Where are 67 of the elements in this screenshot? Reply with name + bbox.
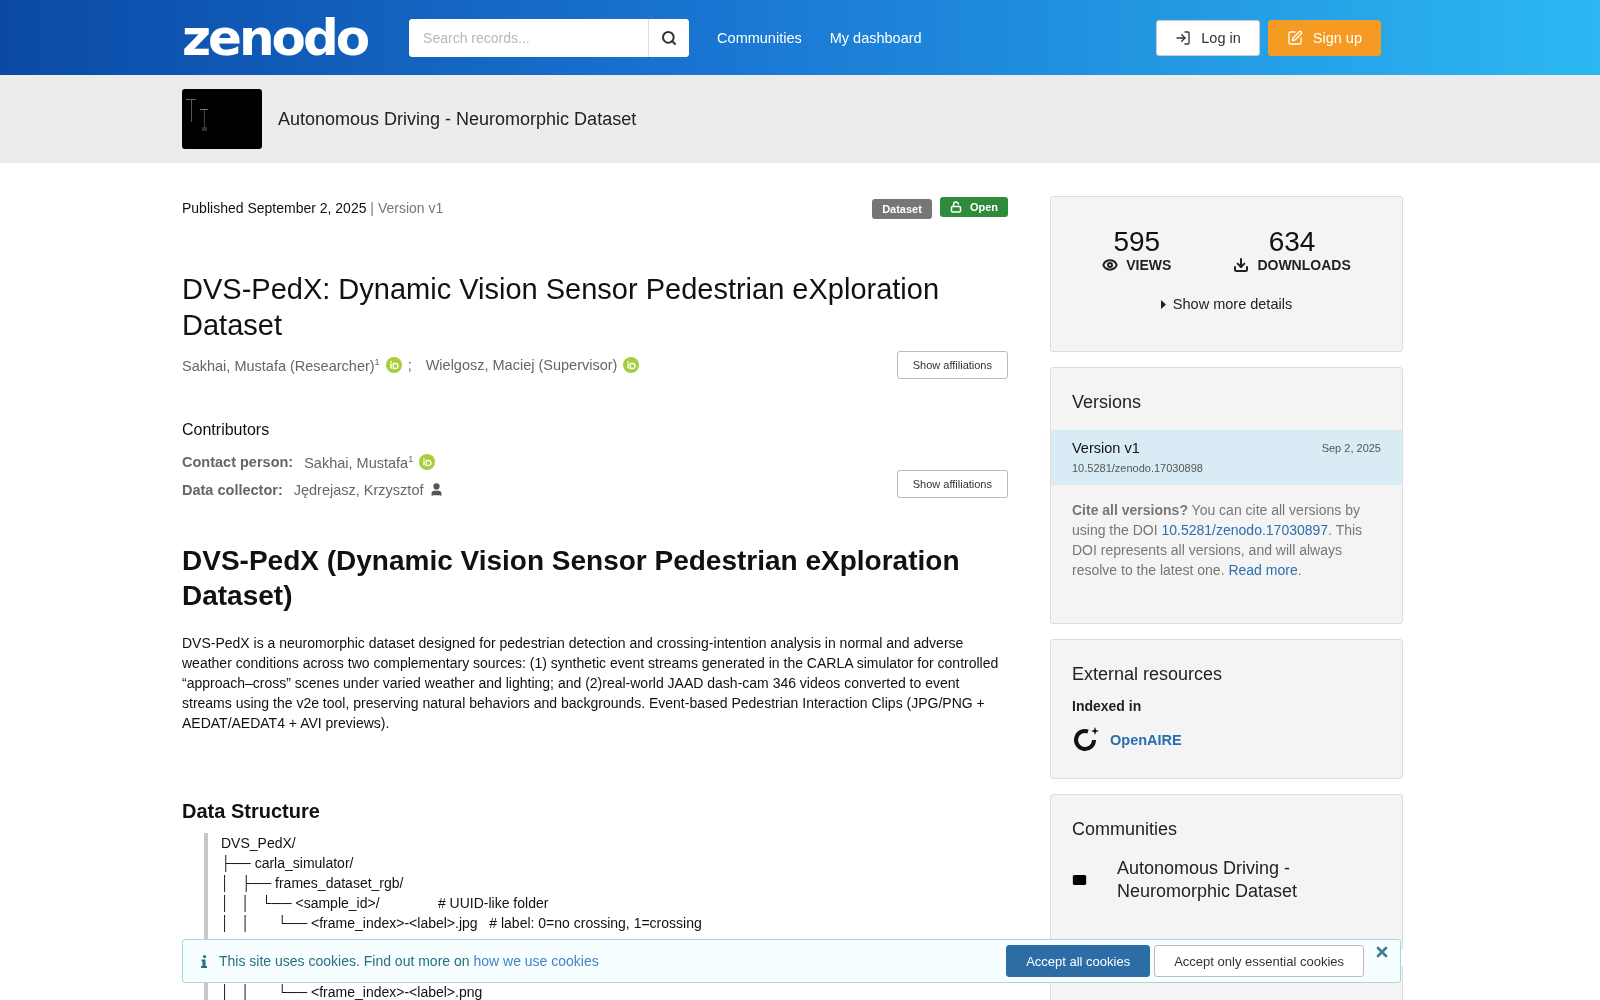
contributor-role: Data collector: [182, 481, 283, 498]
info-icon [201, 954, 207, 968]
community-name[interactable]: Autonomous Driving - Neuromorphic Dataset [1117, 857, 1307, 903]
separator: | [370, 200, 374, 216]
tree-line: DVS_PedX/ [221, 833, 297, 853]
stat-label: VIEWS [1126, 257, 1172, 273]
cookie-policy-link[interactable]: how we use cookies [473, 953, 599, 969]
search-icon [661, 29, 678, 46]
publication-date: Published September 2, 2025 [182, 200, 367, 216]
version-date: Sep 2, 2025 [1321, 442, 1381, 454]
stat-value: 595 [1113, 227, 1161, 257]
indexed-in-label: Indexed in [1071, 698, 1143, 716]
type-badge: Dataset [872, 199, 932, 219]
openaire-logo-icon [1072, 726, 1100, 754]
card-title: External resources [1071, 663, 1224, 686]
read-more-link[interactable]: Read more [1228, 562, 1298, 578]
close-icon[interactable] [1374, 944, 1390, 960]
version-label: Version v1 [377, 200, 444, 216]
contributor-name[interactable]: Sakhai, Mustafa$^{1}$ [304, 454, 414, 471]
cookie-text: This site uses cookies. Find out more on how we use cookies [219, 953, 599, 969]
orcid-icon [623, 357, 640, 373]
download-icon [1233, 257, 1250, 273]
description-heading: DVS-PedX (Dynamic Vision Sensor Pedestrian eXploration Dataset) [182, 543, 961, 613]
search-button[interactable] [648, 18, 690, 57]
section-heading: Contributors [182, 421, 271, 439]
version-label: Version v1 [1072, 440, 1141, 456]
card-title: Versions [1071, 391, 1143, 414]
edit-icon [1286, 29, 1303, 46]
version-item[interactable]: Version v1 Sep 2, 2025 10.5281/zenodo.17030898 [1051, 430, 1402, 485]
tree-line: │ ├── frames_dataset_rgb/ [221, 873, 405, 893]
contributor-role: Contact person: [182, 454, 294, 471]
separator: ; [407, 357, 412, 373]
section-heading: Data Structure [182, 799, 321, 823]
accept-all-button[interactable]: Accept all cookies [1006, 945, 1151, 977]
community-title: Autonomous Driving - Neuromorphic Dataset [278, 108, 637, 130]
tree-line: ├── carla_simulator/ [221, 853, 355, 873]
login-icon [1175, 29, 1192, 46]
show-affiliations-button[interactable]: Show affiliations [896, 469, 1008, 498]
doi-link[interactable]: 10.5281/zenodo.17030897 [1161, 522, 1329, 538]
tree-line: │ │ └── <frame_index>-<label>.jpg # label: 0=no crossing, 1=crossing [221, 913, 703, 933]
unlock-icon [949, 201, 962, 213]
contributor-name[interactable]: Jędrejasz, Krzysztof [293, 481, 424, 498]
external-link[interactable]: OpenAIRE [1110, 732, 1182, 748]
card-title: Communities [1071, 818, 1179, 841]
creator-name[interactable]: Sakhai, Mustafa (Researcher)$^{1}$ [182, 356, 380, 374]
accept-essential-button[interactable]: Accept only essential cookies [1154, 945, 1364, 977]
stat-label: DOWNLOADS [1257, 257, 1351, 273]
nav-link[interactable]: My dashboard [829, 29, 922, 46]
stat-value: 634 [1268, 227, 1316, 257]
search-field[interactable]: Search records... [409, 18, 690, 57]
eye-icon [1102, 257, 1119, 273]
zenodo-logo[interactable]: zenodo [182, 12, 368, 63]
show-more-button[interactable]: Show more details [1154, 295, 1299, 313]
log-in-button[interactable]: Log in [1156, 19, 1260, 56]
nav-link[interactable]: Communities [717, 29, 802, 46]
cite-text: Cite all versions? You can cite all versions by using the DOI 10.5281/zenodo.17030897. This DOI represents all versions, and will always resolve to the latest one. Read more. [1072, 501, 1364, 580]
orcid-icon [385, 357, 402, 373]
version-doi: 10.5281/zenodo.17030898 [1072, 462, 1204, 474]
access-badge: Open [939, 197, 1008, 217]
record-title: DVS-PedX: Dynamic Vision Sensor Pedestrian eXploration Dataset [182, 272, 941, 343]
creator-name[interactable]: Wielgosz, Maciej (Supervisor) [425, 357, 618, 373]
caret-icon [1160, 299, 1166, 309]
orcid-icon [419, 454, 436, 471]
tree-line: │ │ └── <sample_id>/ # UUID-like folder [221, 893, 550, 913]
description-text: DVS-PedX is a neuromorphic dataset designed for pedestrian detection and crossing-intention analysis in normal and adverse weather conditions across two complementary sources: (1) synthetic event streams generated in the CARLA simulator for controlled “approach–cross” scenes under varied weather and lighting; and (2)real-world JAAD dash-cam 346 videos converted to event streams using the v2e tool, preserving natural behaviors and backgrounds. Event-based Pedestrian Interaction Clips (JPG/PNG + AEDAT/AEDAT4 + AVI previews). [182, 633, 1000, 733]
show-affiliations-button[interactable]: Show affiliations [896, 351, 1008, 379]
user-icon [429, 482, 445, 498]
